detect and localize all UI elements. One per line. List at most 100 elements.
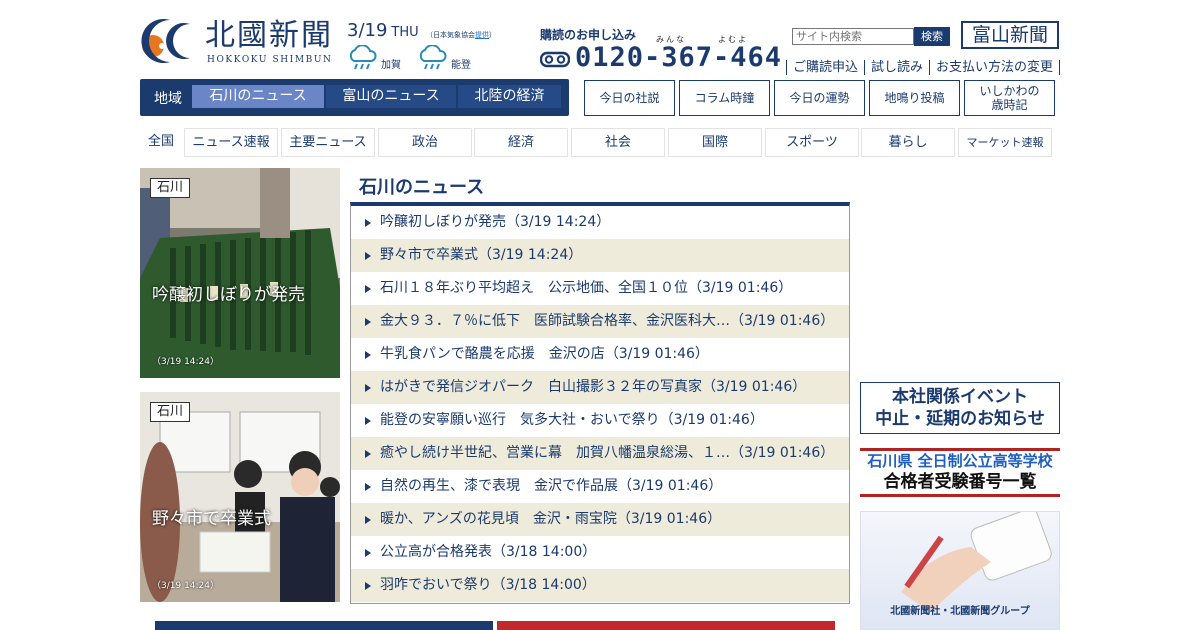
arrow-right-icon: [365, 582, 371, 590]
news-item[interactable]: 吟醸初しぼりが発売（3/19 14:24）: [351, 206, 849, 239]
news-item[interactable]: 牛乳食パンで酪農を応援 金沢の店（3/19 01:46）: [351, 338, 849, 371]
link-subscribe[interactable]: ご購読申込: [786, 60, 865, 75]
region-nav: 地域 石川のニュース 富山のニュース 北陸の経済: [140, 79, 569, 116]
news-item[interactable]: 石川１８年ぶり平均超え 公示地価、全国１０位（3/19 01:46）: [351, 272, 849, 305]
arrow-right-icon: [365, 483, 371, 491]
news-item-text[interactable]: 牛乳食パンで酪農を応援 金沢の店（3/19 01:46）: [380, 346, 709, 362]
category-main[interactable]: 主要ニュース: [281, 128, 375, 157]
ad-banner[interactable]: 北國新聞社・北國新聞グループ: [860, 511, 1060, 630]
date-display: 3/19 THU: [347, 20, 419, 41]
news-item-text[interactable]: 癒やし続け半世紀、営業に幕 加賀八幡温泉総湯、１…（3/19 01:46）: [380, 445, 834, 461]
news-item-text[interactable]: 自然の再生、漆で表現 金沢で作品展（3/19 01:46）: [380, 478, 722, 494]
logo-mark-icon[interactable]: [140, 16, 198, 64]
link-payment-change[interactable]: お支払い方法の変更: [929, 60, 1061, 75]
news-item[interactable]: 公立高が合格発表（3/18 14:00）: [351, 536, 849, 569]
rain-cloud-icon: [419, 45, 447, 70]
horoscope-button[interactable]: 今日の運勢: [774, 80, 865, 116]
news-item[interactable]: 羽咋でおいで祭り（3/18 14:00）: [351, 569, 849, 602]
weather-source: （日本気象協会提供）: [426, 30, 496, 40]
news-item-text[interactable]: 野々市で卒業式（3/19 14:24）: [380, 247, 582, 263]
news-item-text[interactable]: 石川１８年ぶり平均超え 公示地価、全国１０位（3/19 01:46）: [380, 280, 792, 296]
search-button[interactable]: 検索: [914, 27, 950, 46]
category-politics[interactable]: 政治: [378, 128, 472, 157]
news-item-text[interactable]: はがきで発信ジオパーク 白山撮影３２年の写真家（3/19 01:46）: [380, 379, 806, 395]
category-international[interactable]: 国際: [668, 128, 762, 157]
editorial-button[interactable]: 今日の社説: [584, 80, 675, 116]
weather-area-label: 能登: [451, 60, 471, 71]
sake-bottles-image: [140, 168, 340, 378]
logo-text[interactable]: 北國新聞: [205, 18, 333, 54]
region-label: 地域: [154, 91, 182, 107]
subscription-links: ご購読申込 試し読み お支払い方法の変更: [786, 56, 1061, 75]
exam-banner-line2: 合格者受験番号一覧: [883, 472, 1037, 492]
arrow-right-icon: [365, 450, 371, 458]
tab-toyama-news[interactable]: 富山のニュース: [326, 85, 456, 108]
news-section-title[interactable]: 石川のニュース: [359, 173, 484, 199]
tab-ishikawa-news[interactable]: 石川のニュース: [192, 85, 324, 108]
news-item-text[interactable]: 能登の安寧願い巡行 気多大社・おいで祭り（3/19 01:46）: [380, 412, 764, 428]
exam-banner-line1: 石川県 全日制公立高等学校: [867, 452, 1053, 470]
weather-area-label: 加賀: [381, 60, 401, 71]
date-value: 3/19: [347, 20, 388, 41]
photo-caption[interactable]: 野々市で卒業式: [152, 504, 271, 529]
phone-number[interactable]: 0120-367-464: [575, 42, 782, 73]
news-item-text[interactable]: 公立高が合格発表（3/18 14:00）: [380, 544, 596, 560]
weather-noto[interactable]: 能登: [417, 45, 477, 71]
arrow-right-icon: [365, 219, 371, 227]
arrow-right-icon: [365, 549, 371, 557]
news-item[interactable]: 癒やし続け半世紀、営業に幕 加賀八幡温泉総湯、１…（3/19 01:46）: [351, 437, 849, 470]
arrow-right-icon: [365, 351, 371, 359]
event-cancellation-banner[interactable]: 本社関係イベント 中止・延期のお知らせ: [860, 382, 1060, 434]
region-tag: 石川: [150, 178, 191, 198]
arrow-right-icon: [365, 516, 371, 524]
news-list: 吟醸初しぼりが発売（3/19 14:24） 野々市で卒業式（3/19 14:24…: [350, 202, 850, 604]
reader-post-button[interactable]: 地鳴り投稿: [869, 80, 960, 116]
ishikawa-saijiki-button[interactable]: いしかわの 歳時記: [964, 80, 1055, 116]
category-breaking[interactable]: ニュース速報: [184, 128, 278, 157]
news-item-text[interactable]: 羽咋でおいで祭り（3/18 14:00）: [380, 577, 596, 593]
region-tag: 石川: [150, 402, 191, 422]
category-market[interactable]: マーケット速報: [958, 128, 1052, 157]
event-banner-line1: 本社関係イベント: [892, 387, 1028, 407]
news-item[interactable]: 野々市で卒業式（3/19 14:24）: [351, 239, 849, 272]
arrow-right-icon: [365, 318, 371, 326]
news-item-text[interactable]: 金大９３．７％に低下 医師試験合格率、金沢医科大…（3/19 01:46）: [380, 313, 834, 329]
bottom-banner-1[interactable]: [155, 621, 493, 630]
weather-source-suffix: ）: [489, 31, 496, 39]
news-item[interactable]: 暖か、アンズの花見頃 金沢・雨宝院（3/19 01:46）: [351, 503, 849, 536]
news-item[interactable]: はがきで発信ジオパーク 白山撮影３２年の写真家（3/19 01:46）: [351, 371, 849, 404]
arrow-right-icon: [365, 384, 371, 392]
link-trial[interactable]: 試し読み: [864, 60, 930, 75]
category-all[interactable]: 全国: [140, 128, 182, 157]
category-living[interactable]: 暮らし: [861, 128, 955, 157]
free-dial-icon: [540, 51, 570, 68]
photo-timestamp: （3/19 14:24）: [152, 581, 220, 591]
search-input[interactable]: [792, 28, 914, 45]
weather-kaga[interactable]: 加賀: [347, 45, 407, 71]
toyama-shimbun-button[interactable]: 富山新聞: [961, 21, 1059, 49]
exam-results-banner[interactable]: 石川県 全日制公立高等学校 合格者受験番号一覧: [860, 448, 1060, 497]
photo-timestamp: （3/19 14:24）: [152, 357, 220, 367]
news-item-text[interactable]: 吟醸初しぼりが発売（3/19 14:24）: [380, 214, 610, 230]
column-jisho-button[interactable]: コラム時鐘: [679, 80, 770, 116]
arrow-right-icon: [365, 285, 371, 293]
arrow-right-icon: [365, 252, 371, 260]
category-society[interactable]: 社会: [571, 128, 665, 157]
weather-source-link[interactable]: 提供: [475, 31, 489, 39]
news-item[interactable]: 金大９３．７％に低下 医師試験合格率、金沢医科大…（3/19 01:46）: [351, 305, 849, 338]
subscribe-label: 購読のお申し込み: [540, 28, 637, 42]
tab-hokuriku-economy[interactable]: 北陸の経済: [458, 85, 561, 108]
news-item[interactable]: 能登の安寧願い巡行 気多大社・おいで祭り（3/19 01:46）: [351, 404, 849, 437]
featured-photo-graduation[interactable]: 石川 野々市で卒業式 （3/19 14:24）: [140, 392, 340, 602]
category-economy[interactable]: 経済: [474, 128, 568, 157]
photo-caption[interactable]: 吟醸初しぼりが発売: [152, 280, 305, 305]
logo-subtitle: HOKKOKU SHIMBUN: [207, 55, 333, 65]
news-item-text[interactable]: 暖か、アンズの花見頃 金沢・雨宝院（3/19 01:46）: [380, 511, 721, 527]
bottom-banner-2[interactable]: [497, 621, 835, 630]
ad-group-text: 北國新聞社・北國新聞グループ: [890, 606, 1030, 617]
category-sports[interactable]: スポーツ: [765, 128, 859, 157]
arrow-right-icon: [365, 417, 371, 425]
weather-source-prefix: （日本気象協会: [426, 31, 475, 39]
featured-photo-sake[interactable]: 石川 吟醸初しぼりが発売 （3/19 14:24）: [140, 168, 340, 378]
news-item[interactable]: 自然の再生、漆で表現 金沢で作品展（3/19 01:46）: [351, 470, 849, 503]
